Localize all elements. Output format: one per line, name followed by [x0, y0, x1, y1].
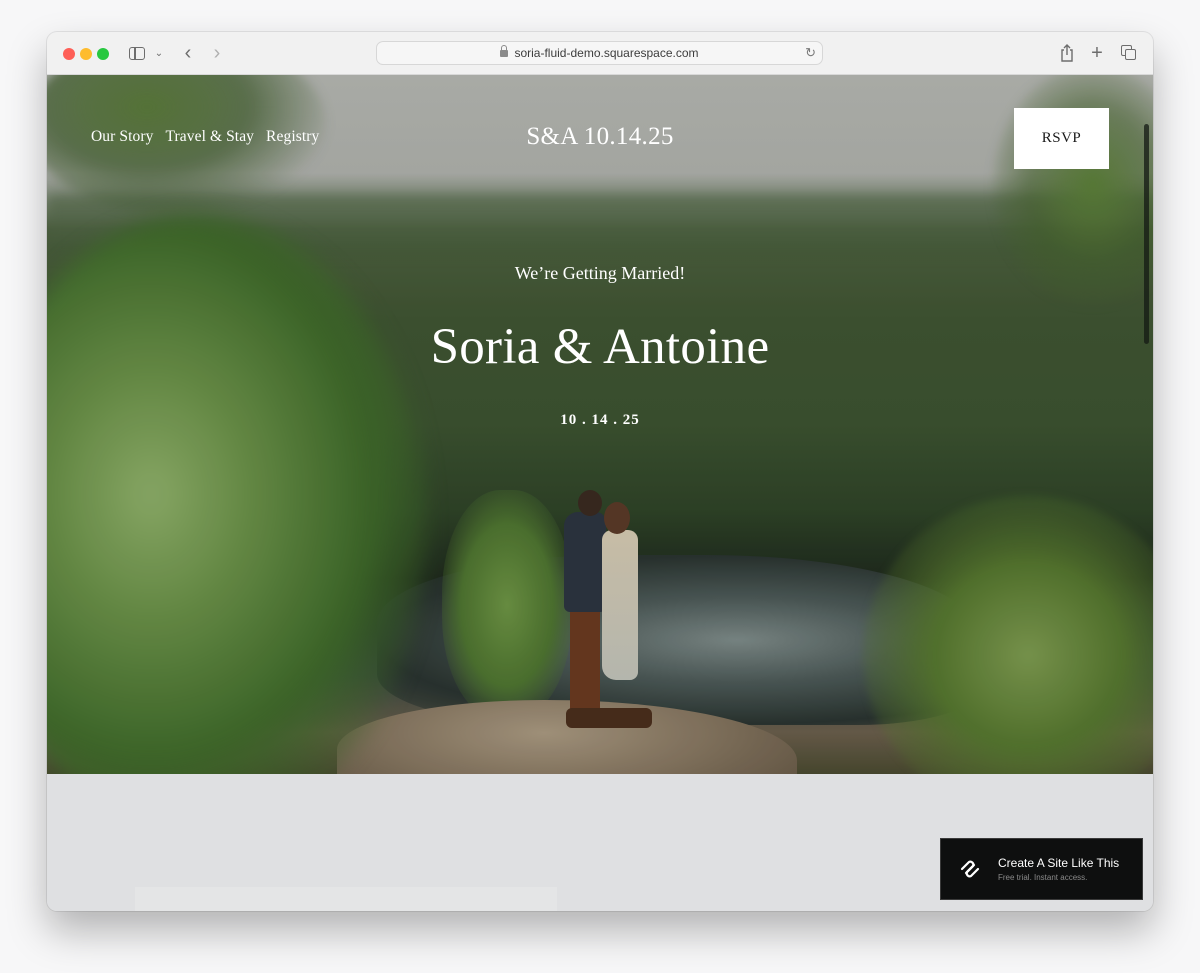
badge-subtitle: Free trial. Instant access. — [998, 873, 1088, 882]
browser-window: ⌄ ‹ › soria-fluid-demo.squarespace.com ↻… — [47, 32, 1153, 911]
reload-icon[interactable]: ↻ — [805, 45, 816, 61]
loading-image-placeholder — [135, 887, 557, 911]
share-icon[interactable] — [1059, 42, 1075, 64]
minimize-window-button[interactable] — [80, 48, 92, 60]
chevron-down-icon[interactable]: ⌄ — [154, 42, 164, 64]
close-window-button[interactable] — [63, 48, 75, 60]
url-text: soria-fluid-demo.squarespace.com — [514, 46, 699, 60]
badge-title: Create A Site Like This — [998, 856, 1120, 870]
squarespace-logo-icon — [960, 860, 980, 878]
back-icon[interactable]: ‹ — [180, 42, 196, 64]
zoom-window-button[interactable] — [97, 48, 109, 60]
lock-icon — [500, 45, 509, 59]
forward-icon[interactable]: › — [209, 42, 225, 64]
rsvp-button[interactable]: RSVP — [1014, 108, 1109, 169]
hero-eyebrow: We’re Getting Married! — [514, 263, 686, 283]
sidebar-icon[interactable] — [128, 42, 146, 64]
new-tab-icon[interactable]: + — [1089, 42, 1105, 64]
browser-toolbar: ⌄ ‹ › soria-fluid-demo.squarespace.com ↻… — [47, 32, 1153, 75]
site-title[interactable]: S&A 10.14.25 — [47, 123, 1153, 151]
address-bar[interactable]: soria-fluid-demo.squarespace.com ↻ — [376, 41, 823, 65]
hero-date: 10 . 14 . 25 — [560, 412, 640, 428]
tab-overview-icon[interactable] — [1120, 42, 1138, 64]
hero-names: Soria & Antoine — [430, 319, 770, 375]
hero-section: Our Story Travel & Stay Registry S&A 10.… — [47, 75, 1153, 774]
create-site-badge[interactable]: Create A Site Like This Free trial. Inst… — [940, 838, 1143, 900]
page-scrollbar[interactable] — [1144, 124, 1149, 344]
